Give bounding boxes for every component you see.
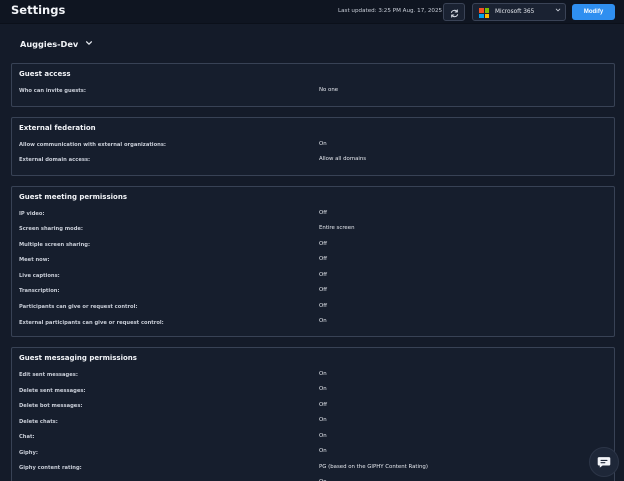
- row-label: Meet now:: [19, 257, 50, 263]
- row-value: Off: [319, 241, 327, 247]
- section-title: Guest access: [19, 70, 71, 78]
- row-label: Who can invite guests:: [19, 88, 86, 94]
- row-label: Transcription:: [19, 288, 60, 294]
- microsoft-logo-icon: [479, 8, 489, 18]
- row-value: On: [319, 433, 327, 439]
- row-label: Live captions:: [19, 273, 60, 279]
- row-value: Allow all domains: [319, 156, 367, 162]
- section-title: Guest messaging permissions: [19, 354, 137, 362]
- section-title: External federation: [19, 124, 96, 132]
- row-value: On: [319, 371, 327, 377]
- row-value: On: [319, 417, 327, 423]
- row-value: Entire screen: [319, 225, 355, 231]
- row-value: On: [319, 386, 327, 392]
- chevron-down-icon: [85, 39, 93, 49]
- row-value: Off: [319, 272, 327, 278]
- row-value: Off: [319, 210, 327, 216]
- row-label: Chat:: [19, 434, 35, 440]
- row-value: Off: [319, 402, 327, 408]
- guest-access-section: Guest access Who can invite guests: No o…: [11, 63, 615, 107]
- row-label: Screen sharing mode:: [19, 226, 84, 232]
- row-value: On: [319, 448, 327, 454]
- row-value: PG (based on the GIPHY Content Rating): [319, 464, 428, 470]
- row-label: External participants can give or reques…: [19, 320, 164, 326]
- row-label: Giphy:: [19, 450, 38, 456]
- row-value: On: [319, 141, 327, 147]
- row-value: Off: [319, 303, 327, 309]
- guest-messaging-permissions-section: Guest messaging permissions Edit sent me…: [11, 347, 615, 481]
- row-label: Delete chats:: [19, 419, 58, 425]
- last-updated-text: Last updated: 3:25 PM Aug. 17, 2025: [338, 8, 443, 14]
- row-label: Multiple screen sharing:: [19, 242, 91, 248]
- row-value: No one: [319, 87, 339, 93]
- top-bar: Settings Last updated: 3:25 PM Aug. 17, …: [0, 0, 624, 24]
- org-dropdown[interactable]: Auggies-Dev: [20, 39, 93, 49]
- provider-dropdown[interactable]: Microsoft 365: [472, 3, 566, 21]
- refresh-button[interactable]: [443, 3, 465, 21]
- chat-button[interactable]: [589, 447, 619, 477]
- guest-meeting-permissions-section: Guest meeting permissions IP video: Off …: [11, 186, 615, 337]
- row-value: Off: [319, 256, 327, 262]
- provider-label: Microsoft 365: [495, 9, 535, 15]
- org-name: Auggies-Dev: [20, 39, 79, 49]
- row-value: On: [319, 318, 327, 324]
- row-label: IP video:: [19, 211, 45, 217]
- chevron-down-icon: [555, 7, 561, 15]
- modify-button[interactable]: Modify: [572, 4, 615, 20]
- chat-bubble-icon: [597, 453, 611, 472]
- row-label: External domain access:: [19, 157, 91, 163]
- section-title: Guest meeting permissions: [19, 193, 127, 201]
- row-label: Delete bot messages:: [19, 403, 83, 409]
- row-label: Edit sent messages:: [19, 372, 78, 378]
- refresh-icon: [450, 3, 459, 22]
- row-label: Giphy content rating:: [19, 465, 82, 471]
- row-label: Allow communication with external organi…: [19, 142, 166, 148]
- row-label: Delete sent messages:: [19, 388, 86, 394]
- external-federation-section: External federation Allow communication …: [11, 117, 615, 176]
- page-title: Settings: [11, 3, 66, 17]
- row-value: Off: [319, 287, 327, 293]
- row-label: Participants can give or request control…: [19, 304, 138, 310]
